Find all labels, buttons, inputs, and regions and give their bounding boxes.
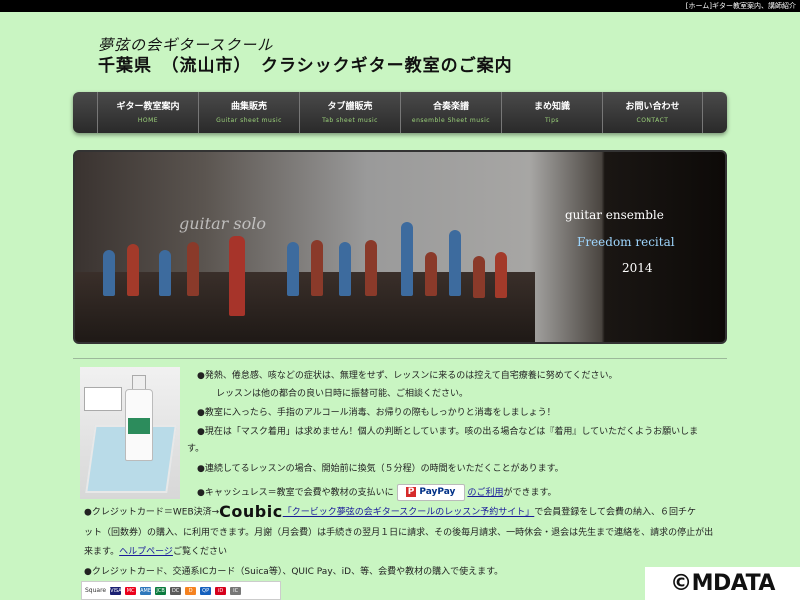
hero-banner: guitar solo guitar ensemble Freedom reci… bbox=[73, 150, 727, 344]
hero-year: 2014 bbox=[622, 261, 653, 275]
mastercard-icon: MC bbox=[125, 586, 137, 595]
id-pay-icon: iD bbox=[215, 586, 227, 595]
discover-card-icon: D bbox=[185, 586, 197, 595]
paypay-icon: P bbox=[405, 487, 417, 497]
amex-card-icon: AMEX bbox=[140, 586, 155, 595]
sign-shape bbox=[84, 387, 122, 411]
hero-solo-caption: guitar solo bbox=[179, 214, 266, 233]
notice-reschedule: レッスンは他の都合の良い日時に振替可能、ご相談ください。 bbox=[216, 389, 469, 399]
notice-cashless: ●キャッシュレス＝教室で会費や教材の支払いに P PayPay のご利用ができます… bbox=[197, 484, 557, 501]
nav-label: 曲集販売 bbox=[230, 101, 267, 112]
bottle-shape bbox=[125, 389, 153, 461]
hero-recital-title: Freedom recital bbox=[577, 235, 675, 249]
topbar-breadcrumb[interactable]: [ホーム]ギター教室案内、講師紹介 bbox=[686, 2, 800, 10]
nav-label: タブ譜販売 bbox=[327, 101, 373, 112]
musician-figure bbox=[229, 236, 245, 316]
nav-label: まめ知識 bbox=[533, 101, 570, 112]
nav-label: お問い合わせ bbox=[625, 101, 680, 112]
diners-card-icon: DC bbox=[170, 586, 182, 595]
help-text-end: ご覧ください bbox=[172, 547, 227, 557]
nav-item-contact[interactable]: お問い合わせ CONTACT bbox=[602, 92, 703, 133]
nav-label: 合奏楽譜 bbox=[432, 101, 469, 112]
cashless-text: ●キャッシュレス＝教室で会費や教材の支払いに bbox=[197, 488, 394, 498]
payment-cards-bar: Square VISA MC AMEX JCB DC D QP iD IC bbox=[81, 581, 281, 600]
nav-item-tab-sheet-music[interactable]: タブ譜販売 Tab sheet music bbox=[299, 92, 400, 133]
cashless-text-end: ができます。 bbox=[503, 488, 557, 498]
musician-figure bbox=[495, 252, 507, 298]
quicpay-icon: QP bbox=[200, 586, 212, 595]
nav-item-guitar-sheet-music[interactable]: 曲集販売 Guitar sheet music bbox=[198, 92, 299, 133]
notice-ic-card: ●クレジットカード、交通系ICカード（Suica等）、QUIC Pay、iD、等… bbox=[84, 567, 504, 577]
musician-figure bbox=[159, 250, 171, 296]
nav-item-home[interactable]: ギター教室案内 HOME bbox=[97, 92, 198, 133]
musician-figure bbox=[103, 250, 115, 296]
musician-figure bbox=[287, 242, 299, 296]
notice-mask-cont: す。 bbox=[187, 444, 205, 454]
nav-sub-label: Tab sheet music bbox=[322, 116, 378, 124]
notice-credit-web: ●クレジットカード＝WEB決済→Coubic「クービック夢弦の会ギタースクールの… bbox=[84, 504, 696, 520]
nav-sub-label: Tips bbox=[544, 116, 560, 124]
musician-figure bbox=[127, 244, 139, 296]
top-bar: [ホーム]ギター教室案内、講師紹介 bbox=[0, 0, 800, 12]
watermark: ©MDATA bbox=[645, 567, 800, 600]
notice-mask: ●現在は「マスク着用」は求めません！個人の判断としています。咳の出る場合などは『… bbox=[197, 427, 699, 437]
nav-item-ensemble[interactable]: 合奏楽譜 ensemble Sheet music bbox=[400, 92, 501, 133]
nav-sub-label: Guitar sheet music bbox=[216, 116, 282, 124]
musician-figure bbox=[187, 242, 199, 296]
notice-help: 来ます。ヘルプページご覧ください bbox=[84, 546, 227, 558]
sanitizer-photo bbox=[80, 367, 180, 499]
musician-figure bbox=[473, 256, 485, 298]
paypay-usage-link[interactable]: のご利用 bbox=[467, 488, 503, 498]
paypay-badge[interactable]: P PayPay bbox=[396, 484, 465, 501]
nav-sub-label: HOME bbox=[137, 116, 159, 124]
stage-floor bbox=[75, 272, 535, 342]
notice-fever: ●発熱、倦怠感、咳などの症状は、無理をせず、レッスンに来るのは控えて自宅療養に努… bbox=[197, 371, 618, 381]
square-label: Square bbox=[85, 587, 107, 594]
ic-card-icon: IC bbox=[230, 586, 242, 595]
musician-figure bbox=[425, 252, 437, 296]
notice-ventilation: ●連続してるレッスンの場合、開始前に換気（５分程）の時間をいただくことがあります… bbox=[197, 464, 564, 474]
coubic-booking-link[interactable]: 「クービック夢弦の会ギタースクールのレッスン予約サイト」 bbox=[283, 508, 535, 518]
notice-credit-cont: ット（回数券）の購入、に利用できます。月謝（月会費）は手続きの翌月１日に請求、そ… bbox=[84, 528, 714, 538]
nav-item-tips[interactable]: まめ知識 Tips bbox=[501, 92, 602, 133]
nav-label: ギター教室案内 bbox=[116, 101, 180, 112]
notice-disinfect: ●教室に入ったら、手指のアルコール消毒、お帰りの際もしっかりと消毒をしましょう！ bbox=[197, 408, 556, 418]
hero-ensemble-title: guitar ensemble bbox=[565, 208, 664, 222]
coubic-logo[interactable]: Coubic bbox=[219, 502, 283, 521]
credit-text: ●クレジットカード＝WEB決済→ bbox=[84, 507, 220, 518]
section-divider bbox=[73, 358, 727, 359]
help-text: 来ます。 bbox=[84, 547, 120, 557]
bottle-label bbox=[128, 418, 150, 434]
musician-figure bbox=[365, 240, 377, 296]
musician-figure bbox=[449, 230, 461, 296]
musician-figure bbox=[401, 222, 413, 296]
visa-card-icon: VISA bbox=[110, 586, 122, 595]
page-title: 千葉県 （流山市） クラシックギター教室のご案内 bbox=[98, 56, 513, 76]
main-nav: ギター教室案内 HOME 曲集販売 Guitar sheet music タブ譜… bbox=[73, 92, 727, 133]
jcb-card-icon: JCB bbox=[155, 586, 167, 595]
nav-sub-label: CONTACT bbox=[636, 116, 669, 124]
musician-figure bbox=[339, 242, 351, 296]
musician-figure bbox=[311, 240, 323, 296]
paypay-label: PayPay bbox=[419, 487, 456, 497]
credit-text-end: で会員登録をして会費の納入、６回チケ bbox=[534, 507, 696, 518]
help-page-link[interactable]: ヘルプページ bbox=[119, 547, 173, 557]
nav-sub-label: ensemble Sheet music bbox=[411, 116, 491, 124]
